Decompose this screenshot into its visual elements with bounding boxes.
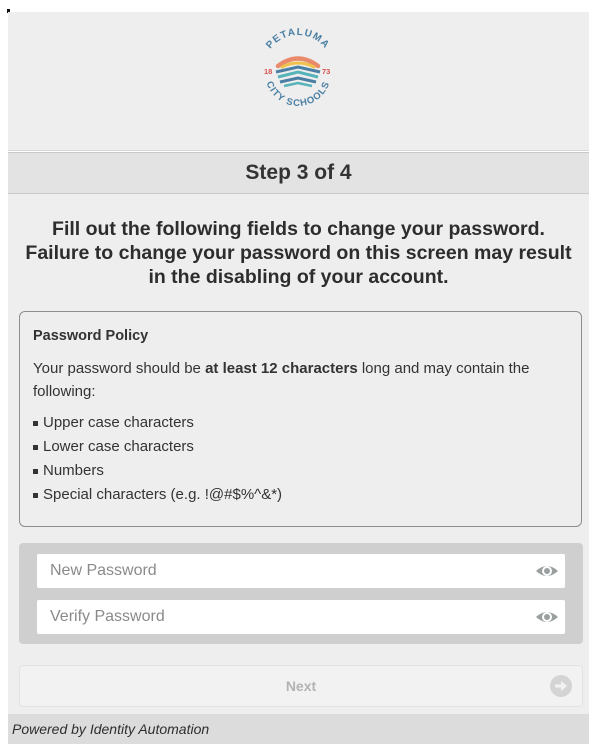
main-content: Fill out the following fields to change … bbox=[8, 194, 589, 726]
eye-icon[interactable] bbox=[535, 561, 559, 581]
verify-password-input[interactable] bbox=[50, 608, 510, 626]
footer: Powered by Identity Automation bbox=[8, 714, 589, 744]
password-policy-box: Password Policy Your password should be … bbox=[19, 311, 582, 527]
eye-icon[interactable] bbox=[535, 607, 559, 627]
logo-header: PETALUMA CITY SCHOOLS 18 73 bbox=[8, 12, 589, 151]
policy-description: Your password should be at least 12 char… bbox=[33, 357, 569, 403]
password-change-page: PETALUMA CITY SCHOOLS 18 73 Step 3 of 4 … bbox=[8, 12, 589, 744]
logo-year-right: 73 bbox=[322, 67, 330, 76]
instructions-text: Fill out the following fields to change … bbox=[25, 218, 572, 288]
policy-requirements-list: Upper case characters Lower case charact… bbox=[33, 411, 569, 507]
policy-desc-emphasis: at least 12 characters bbox=[205, 360, 358, 377]
next-button[interactable]: Next bbox=[19, 665, 583, 707]
arrow-right-circle-icon bbox=[550, 675, 572, 697]
step-title: Step 3 of 4 bbox=[245, 161, 352, 184]
next-button-label: Next bbox=[285, 678, 317, 694]
list-item: Special characters (e.g. !@#$%^&*) bbox=[33, 483, 569, 507]
logo-top-text: PETALUMA bbox=[264, 27, 330, 51]
policy-title: Password Policy bbox=[33, 328, 149, 344]
svg-text:PETALUMA: PETALUMA bbox=[264, 27, 331, 51]
new-password-field bbox=[36, 553, 566, 589]
policy-desc-start: Your password should be bbox=[33, 360, 206, 377]
list-item: Lower case characters bbox=[33, 435, 569, 459]
password-fields-panel bbox=[19, 543, 583, 644]
list-item: Upper case characters bbox=[33, 411, 569, 435]
logo-emblem bbox=[275, 56, 321, 88]
new-password-input[interactable] bbox=[50, 562, 510, 580]
step-indicator-bar: Step 3 of 4 bbox=[8, 152, 589, 194]
list-item: Numbers bbox=[33, 459, 569, 483]
logo-year-left: 18 bbox=[264, 67, 272, 76]
petaluma-city-schools-logo: PETALUMA CITY SCHOOLS 18 73 bbox=[264, 27, 332, 109]
verify-password-field bbox=[36, 599, 566, 635]
powered-by-text: Powered by Identity Automation bbox=[12, 721, 210, 737]
